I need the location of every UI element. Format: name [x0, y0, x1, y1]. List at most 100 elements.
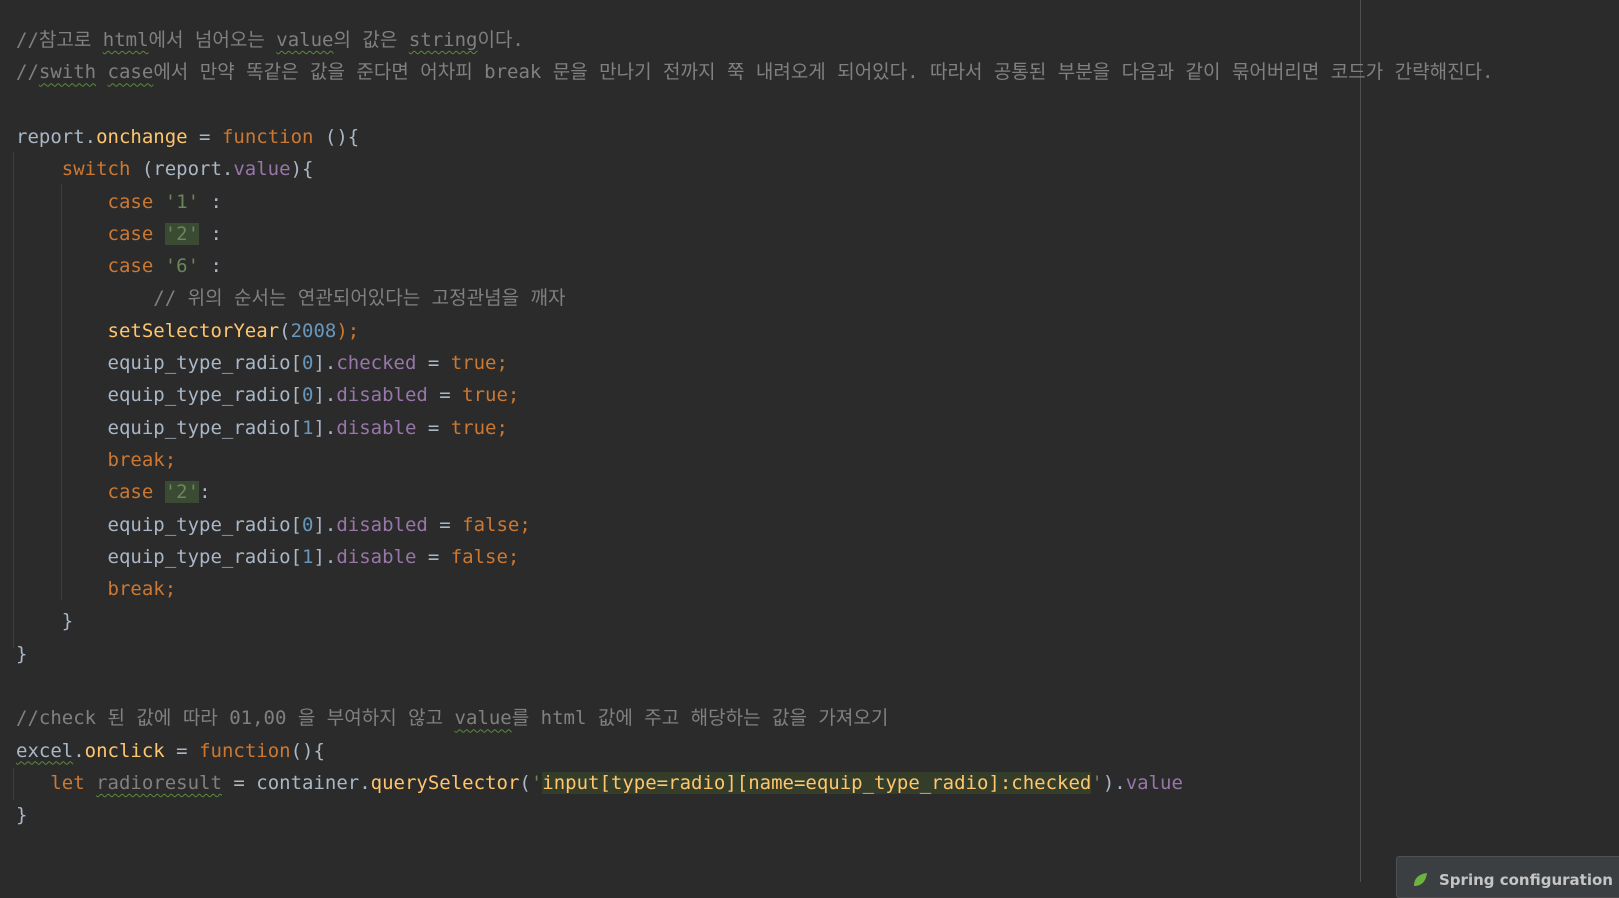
- code-token: onclick: [84, 739, 165, 762]
- code-token: :: [199, 222, 222, 245]
- code-token: '1': [164, 190, 200, 213]
- code-line[interactable]: excel.onclick = function(){: [16, 735, 325, 768]
- code-line[interactable]: //swith case에서 만약 똑같은 값을 준다면 어차피 break 문…: [16, 56, 1494, 89]
- right-margin-guide: [1360, 0, 1361, 882]
- code-token: ': [530, 771, 543, 794]
- code-token: value: [454, 707, 512, 730]
- code-token: }: [16, 804, 28, 827]
- code-token: (: [279, 319, 291, 342]
- code-line[interactable]: equip_type_radio[1].disable = true;: [16, 412, 508, 445]
- code-token: =: [187, 125, 222, 148]
- code-line[interactable]: break;: [16, 573, 177, 606]
- code-line[interactable]: equip_type_radio[0].disabled = true;: [16, 379, 520, 412]
- code-token: string: [408, 29, 478, 51]
- code-line[interactable]: }: [16, 605, 73, 638]
- code-line[interactable]: case '1' :: [16, 186, 222, 219]
- code-token: 0: [301, 513, 314, 536]
- code-token: function: [199, 739, 291, 762]
- code-token: html: [102, 29, 149, 51]
- code-token: (){: [290, 739, 325, 762]
- code-token: :: [199, 255, 222, 278]
- code-editor[interactable]: //참고로 html에서 넘어오는 value의 값은 string이다.//s…: [0, 0, 1619, 882]
- code-token: onchange: [96, 125, 188, 148]
- code-token: ).: [1102, 771, 1126, 794]
- code-token: ].: [313, 545, 337, 568]
- code-token: querySelector: [370, 771, 520, 794]
- code-token: case: [107, 190, 154, 213]
- code-token: = container.: [221, 771, 371, 794]
- code-token: equip_type_radio[: [107, 384, 302, 407]
- code-token: input[type=radio][name=equip_type_radio]…: [542, 771, 1092, 794]
- code-token: 에서 넘어오는: [148, 29, 277, 51]
- code-line[interactable]: break;: [16, 444, 177, 477]
- code-token: }: [16, 610, 74, 633]
- code-line[interactable]: case '6' :: [16, 250, 222, 283]
- code-token: =: [164, 739, 200, 762]
- code-token: ].: [313, 352, 337, 374]
- code-line[interactable]: }: [16, 799, 27, 832]
- code-token: =: [416, 352, 451, 374]
- code-token: ].: [313, 416, 337, 439]
- code-token: =: [427, 513, 463, 536]
- indent-guide: [13, 152, 14, 648]
- code-token: );: [336, 319, 360, 342]
- code-token: report: [16, 125, 85, 148]
- code-token: case: [107, 61, 154, 84]
- code-token: :: [199, 190, 222, 213]
- code-token: // 위의 순서는 연관되어있다는 고정관념을 깨자: [153, 287, 566, 310]
- code-token: 1: [301, 416, 314, 439]
- code-line[interactable]: //check 된 값에 따라 01,00 을 부여하지 않고 value를 h…: [16, 702, 888, 735]
- code-token: equip_type_radio[: [107, 513, 302, 536]
- code-line[interactable]: //참고로 html에서 넘어오는 value의 값은 string이다.: [16, 24, 524, 57]
- code-token: equip_type_radio[: [107, 416, 302, 439]
- code-token: equip_type_radio[: [107, 545, 302, 568]
- code-line[interactable]: equip_type_radio[0].checked = true;: [16, 347, 508, 380]
- code-line[interactable]: switch (report.value){: [16, 153, 314, 186]
- spring-configuration-notification[interactable]: Spring configuration: [1396, 856, 1619, 898]
- code-token: (report.: [130, 158, 234, 181]
- code-token: case: [107, 255, 154, 278]
- code-line[interactable]: let radioresult = container.querySelecto…: [16, 767, 1183, 800]
- code-token: //: [16, 61, 39, 84]
- code-token: 0: [301, 384, 314, 407]
- code-token: 0: [301, 352, 314, 374]
- code-line[interactable]: // 위의 순서는 연관되어있다는 고정관념을 깨자: [16, 282, 565, 315]
- code-line[interactable]: setSelectorYear(2008);: [16, 315, 360, 348]
- code-line[interactable]: equip_type_radio[1].disable = false;: [16, 541, 520, 574]
- code-token: excel: [16, 739, 74, 762]
- code-token: .: [84, 125, 97, 148]
- code-token: radioresult: [96, 771, 222, 794]
- code-token: function: [221, 125, 314, 148]
- notification-text: Spring configuration: [1439, 871, 1613, 889]
- code-token: disabled: [336, 513, 428, 536]
- code-line[interactable]: case '2' :: [16, 218, 222, 251]
- code-line[interactable]: case '2':: [16, 476, 211, 509]
- code-token: disable: [336, 545, 417, 568]
- code-token: '2': [164, 222, 200, 245]
- code-token: }: [16, 642, 28, 665]
- indent-guide: [13, 768, 14, 800]
- code-line[interactable]: }: [16, 638, 27, 671]
- code-token: (: [519, 771, 531, 794]
- code-token: disabled: [336, 384, 428, 407]
- code-token: equip_type_radio[: [107, 352, 302, 374]
- code-token: =: [416, 416, 451, 439]
- code-token: =: [416, 545, 451, 568]
- code-line[interactable]: report.onchange = function (){: [16, 121, 359, 154]
- code-line[interactable]: equip_type_radio[0].disabled = false;: [16, 509, 531, 542]
- spring-leaf-icon: [1414, 873, 1427, 886]
- code-token: //check 된 값에 따라 01,00 을 부여하지 않고: [16, 707, 455, 730]
